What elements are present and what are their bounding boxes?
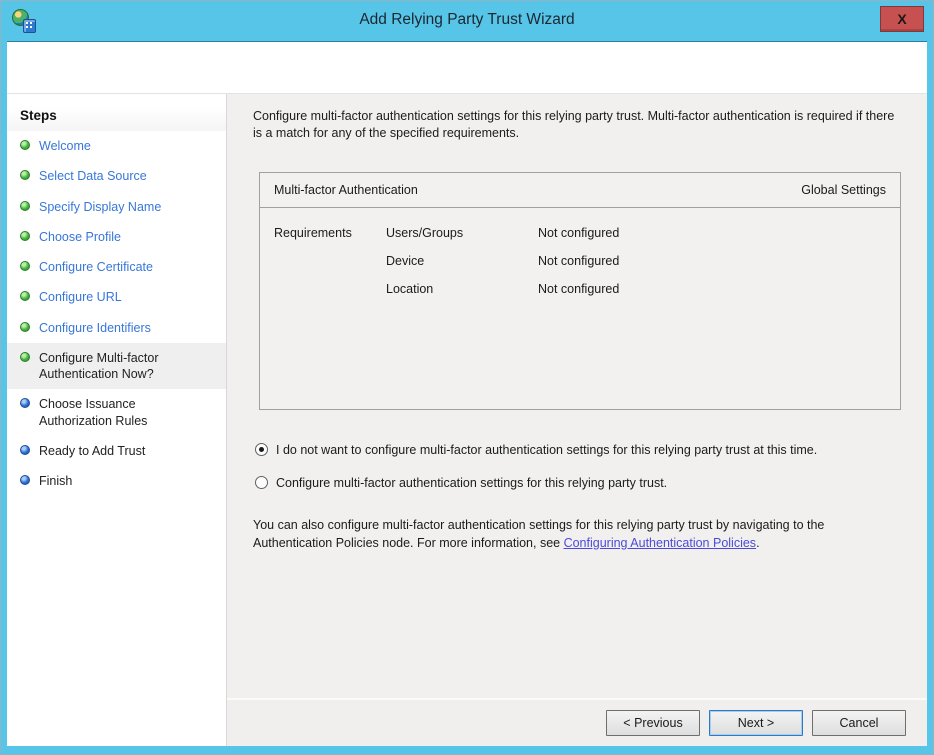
sidebar-item-label: Configure Certificate [39, 260, 153, 274]
window-title: Add Relying Party Trust Wizard [359, 11, 575, 28]
titlebar[interactable]: Add Relying Party Trust Wizard x [1, 1, 933, 41]
next-button[interactable]: Next > [709, 710, 803, 736]
footer-note: You can also configure multi-factor auth… [253, 517, 901, 552]
sidebar-item-label: Select Data Source [39, 169, 147, 184]
step-upcoming-icon [20, 398, 30, 409]
sidebar-item-finish: Finish [7, 466, 226, 496]
requirement-name: Device [386, 253, 425, 268]
steps-sidebar: Steps Welcome Select Data Source Specify… [7, 94, 227, 746]
step-done-icon [20, 170, 30, 181]
sidebar-item-welcome[interactable]: Welcome [7, 131, 226, 161]
step-upcoming-icon [20, 475, 30, 485]
cancel-button[interactable]: Cancel [812, 710, 906, 736]
wizard-window: Add Relying Party Trust Wizard x Steps W… [0, 0, 934, 755]
sidebar-item-configure-multi-factor-authentication-now[interactable]: Configure Multi-factor Authentication No… [7, 342, 226, 390]
close-button[interactable]: x [880, 6, 924, 32]
sidebar-item-select-data-source[interactable]: Select Data Source [7, 161, 226, 191]
step-done-icon [20, 140, 30, 150]
sidebar-item-configure-certificate[interactable]: Configure Certificate [7, 252, 226, 282]
table-row: Device Not configured [274, 254, 886, 268]
sidebar-item-label: Finish [39, 474, 73, 488]
sidebar-item-label: Specify Display Name [39, 199, 162, 214]
steps-heading: Steps [7, 106, 226, 131]
step-done-icon [20, 291, 30, 302]
mfa-choice-radio-group: I do not want to configure multi-factor … [255, 442, 901, 492]
step-done-icon [20, 321, 30, 332]
radio-skip-mfa[interactable]: I do not want to configure multi-factor … [255, 442, 901, 458]
button-bar: < Previous Next > Cancel [227, 698, 927, 746]
step-upcoming-icon [20, 444, 30, 455]
table-row: Location Not configured [274, 282, 886, 296]
mfa-table-header: Multi-factor Authentication Global Setti… [260, 173, 900, 208]
sidebar-item-choose-profile[interactable]: Choose Profile [7, 222, 226, 252]
sidebar-item-configure-url[interactable]: Configure URL [7, 282, 226, 312]
requirement-value: Not configured [538, 253, 620, 268]
mfa-settings-table: Multi-factor Authentication Global Setti… [259, 171, 901, 410]
requirement-value: Not configured [538, 281, 620, 296]
sidebar-item-label: Configure Identifiers [39, 320, 151, 335]
content-pane: Configure multi-factor authentication se… [227, 94, 927, 746]
window-body: Steps Welcome Select Data Source Specify… [7, 41, 927, 746]
step-done-icon [20, 200, 30, 211]
intro-text: Configure multi-factor authentication se… [253, 109, 895, 140]
radio-configure-mfa-label: Configure multi-factor authentication se… [276, 476, 668, 490]
sidebar-item-specify-display-name[interactable]: Specify Display Name [7, 192, 226, 222]
table-header-global-settings: Global Settings [801, 182, 886, 197]
content-main: Configure multi-factor authentication se… [227, 94, 927, 698]
radio-skip-mfa-label: I do not want to configure multi-factor … [276, 442, 818, 457]
requirement-name: Location [386, 281, 434, 296]
sidebar-item-label: Ready to Add Trust [39, 443, 146, 458]
requirements-label: Requirements [274, 225, 352, 240]
step-done-icon [20, 261, 30, 271]
table-row: Requirements Users/Groups Not configured [274, 226, 886, 240]
sidebar-item-label: Choose Profile [39, 229, 121, 244]
step-current-icon [20, 351, 30, 362]
header-band [7, 42, 927, 94]
radio-configure-mfa[interactable]: Configure multi-factor authentication se… [255, 475, 901, 491]
sidebar-item-label: Welcome [39, 139, 91, 153]
configuring-authentication-policies-link[interactable]: Configuring Authentication Policies [564, 536, 756, 550]
radio-unselected-icon[interactable] [255, 476, 268, 489]
requirements-label-spacer [274, 282, 386, 296]
sidebar-item-ready-to-add-trust: Ready to Add Trust [7, 436, 226, 466]
requirement-name: Users/Groups [386, 225, 464, 240]
step-done-icon [20, 230, 30, 241]
requirements-label-spacer [274, 254, 386, 268]
requirement-value: Not configured [538, 225, 620, 240]
sidebar-item-label: Configure URL [39, 290, 122, 305]
sidebar-item-configure-identifiers[interactable]: Configure Identifiers [7, 313, 226, 343]
sidebar-item-choose-issuance-authorization-rules: Choose Issuance Authorization Rules [7, 389, 226, 436]
table-header-mfa: Multi-factor Authentication [274, 182, 418, 197]
main-row: Steps Welcome Select Data Source Specify… [7, 94, 927, 746]
note-text-after: . [756, 535, 760, 550]
mfa-table-body: Requirements Users/Groups Not configured… [260, 208, 900, 328]
sidebar-item-label: Configure Multi-factor Authentication No… [39, 350, 159, 381]
previous-button[interactable]: < Previous [606, 710, 700, 736]
sidebar-item-label: Choose Issuance Authorization Rules [39, 397, 148, 428]
radio-selected-icon[interactable] [255, 442, 268, 456]
